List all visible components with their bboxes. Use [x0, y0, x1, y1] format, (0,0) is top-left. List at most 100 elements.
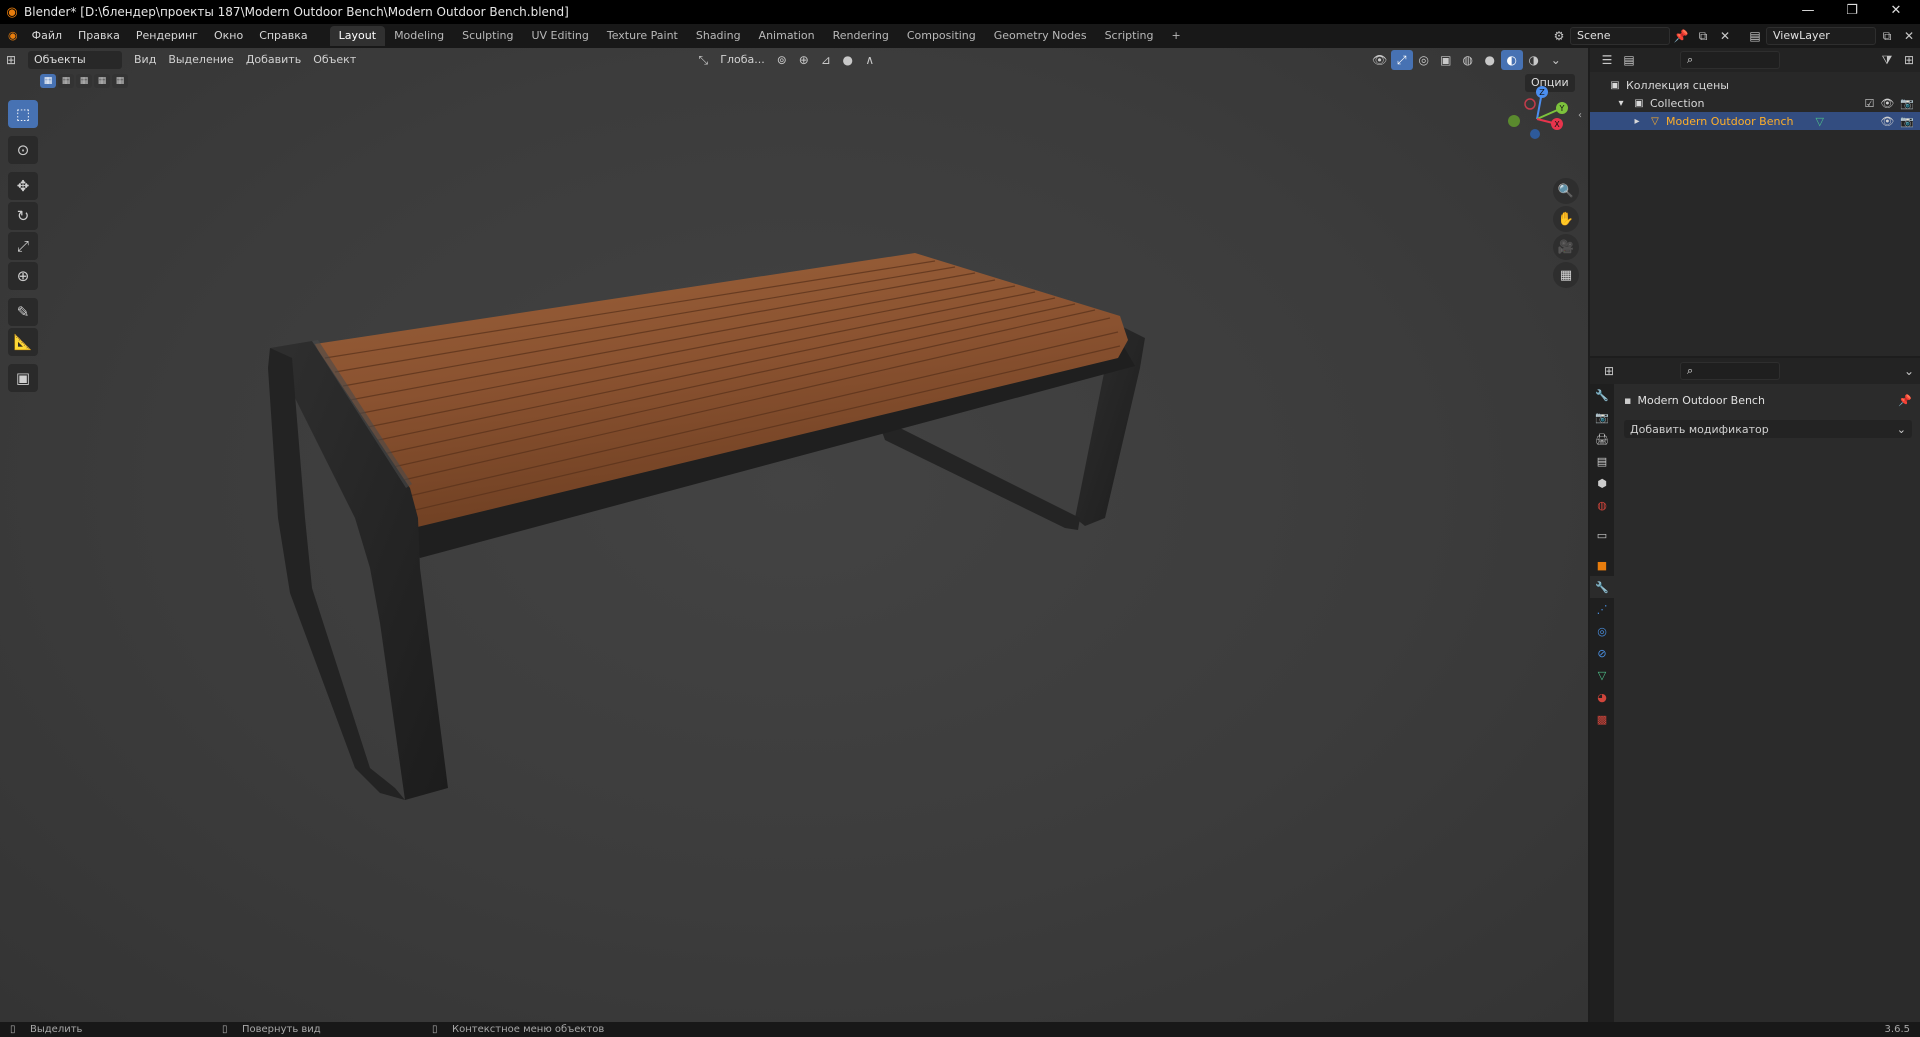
- expand-arrow-icon[interactable]: ▸: [1630, 114, 1644, 128]
- measure-tool-icon[interactable]: 📐: [8, 328, 38, 356]
- gizmo-toggle-icon[interactable]: ⤢: [1390, 50, 1413, 70]
- visibility-icon[interactable]: 👁: [1369, 50, 1391, 70]
- shading-options-icon[interactable]: ⌄: [1545, 50, 1567, 70]
- pivot-point-icon[interactable]: ⊚: [771, 50, 793, 70]
- particles-tab-icon[interactable]: ⋰: [1590, 598, 1614, 620]
- exclude-checkbox-icon[interactable]: ☑: [1864, 97, 1874, 110]
- menu-window[interactable]: Окно: [206, 24, 251, 48]
- tab-modeling[interactable]: Modeling: [385, 26, 453, 46]
- proportional-edit-icon[interactable]: ●: [837, 50, 859, 70]
- modifier-tab-icon[interactable]: 🔧: [1590, 576, 1614, 598]
- xray-icon[interactable]: ▣: [1435, 50, 1457, 70]
- snap-icon[interactable]: ⊕: [793, 50, 815, 70]
- outliner-collection[interactable]: ▾ ▣ Collection ☑ 👁 📷: [1590, 94, 1920, 112]
- menu-help[interactable]: Справка: [251, 24, 315, 48]
- select-extend-icon[interactable]: ▦: [58, 74, 74, 88]
- transform-orientation-icon[interactable]: ⤡: [692, 50, 714, 70]
- add-workspace-button[interactable]: +: [1162, 26, 1189, 46]
- maximize-button[interactable]: ❐: [1830, 0, 1874, 24]
- add-cube-tool-icon[interactable]: ▣: [8, 364, 38, 392]
- visibility-eye-icon[interactable]: 👁: [1880, 97, 1894, 110]
- blender-menu-icon[interactable]: ◉: [0, 24, 24, 48]
- output-tab-icon[interactable]: 🖨: [1590, 428, 1614, 450]
- new-collection-icon[interactable]: ⊞: [1898, 50, 1920, 70]
- select-subtract-icon[interactable]: ▦: [76, 74, 92, 88]
- sidebar-toggle-icon[interactable]: ‹: [1578, 110, 1582, 121]
- tab-sculpting[interactable]: Sculpting: [453, 26, 522, 46]
- tab-rendering[interactable]: Rendering: [824, 26, 898, 46]
- select-intersect-icon[interactable]: ▦: [112, 74, 128, 88]
- view-layer-icon[interactable]: ▤: [1744, 26, 1766, 46]
- outliner-scene-collection[interactable]: ▣ Коллекция сцены: [1590, 76, 1920, 94]
- mode-select[interactable]: Объекты: [28, 51, 122, 69]
- new-scene-icon[interactable]: ⧉: [1692, 26, 1714, 46]
- perspective-grid-icon[interactable]: ▦: [1553, 262, 1579, 288]
- render-camera-icon[interactable]: 📷: [1900, 115, 1914, 128]
- bench-model[interactable]: [0, 48, 1588, 1022]
- mesh-data-icon[interactable]: ▽: [1815, 115, 1823, 128]
- scene-icon[interactable]: ⚙: [1548, 26, 1570, 46]
- physics-tab-icon[interactable]: ◎: [1590, 620, 1614, 642]
- minimize-button[interactable]: —: [1786, 0, 1830, 24]
- pin-scene-icon[interactable]: 📌: [1670, 26, 1692, 46]
- shading-material-icon[interactable]: ◐: [1500, 50, 1523, 70]
- overlay-toggle-icon[interactable]: ◎: [1413, 50, 1435, 70]
- snap-target-icon[interactable]: ⊿: [815, 50, 837, 70]
- pan-hand-icon[interactable]: ✋: [1553, 206, 1579, 232]
- shading-rendered-icon[interactable]: ◑: [1523, 50, 1545, 70]
- close-button[interactable]: ✕: [1874, 0, 1918, 24]
- pin-icon[interactable]: 📌: [1898, 394, 1912, 407]
- object-tab-icon[interactable]: ■: [1590, 554, 1614, 576]
- cursor-tool-icon[interactable]: ⊙: [8, 136, 38, 164]
- menu-add[interactable]: Добавить: [240, 49, 307, 71]
- display-mode-icon[interactable]: ▤: [1618, 50, 1640, 70]
- menu-select[interactable]: Выделение: [162, 49, 240, 71]
- select-new-icon[interactable]: ▦: [40, 74, 56, 88]
- view-layer-field[interactable]: ViewLayer: [1766, 27, 1876, 45]
- navigation-gizmo[interactable]: Z Y X: [1502, 84, 1572, 154]
- constraints-tab-icon[interactable]: ⊘: [1590, 642, 1614, 664]
- add-modifier-dropdown[interactable]: Добавить модификатор ⌄: [1624, 420, 1912, 438]
- scene-tab-icon[interactable]: ⬢: [1590, 472, 1614, 494]
- tab-uv-editing[interactable]: UV Editing: [522, 26, 597, 46]
- menu-edit[interactable]: Правка: [70, 24, 128, 48]
- tab-geometry-nodes[interactable]: Geometry Nodes: [985, 26, 1096, 46]
- collection-tab-icon[interactable]: ▭: [1590, 524, 1614, 546]
- menu-render[interactable]: Рендеринг: [128, 24, 206, 48]
- tab-animation[interactable]: Animation: [750, 26, 824, 46]
- scale-tool-icon[interactable]: ⤢: [8, 232, 38, 260]
- menu-file[interactable]: Файл: [24, 24, 70, 48]
- delete-scene-icon[interactable]: ✕: [1714, 26, 1736, 46]
- filter-icon[interactable]: ⧩: [1876, 50, 1898, 70]
- menu-view[interactable]: Вид: [128, 49, 162, 71]
- properties-options-icon[interactable]: ⌄: [1898, 361, 1920, 381]
- world-tab-icon[interactable]: ◍: [1590, 494, 1614, 516]
- tab-layout[interactable]: Layout: [329, 26, 386, 46]
- view-layer-tab-icon[interactable]: ▤: [1590, 450, 1614, 472]
- properties-editor-icon[interactable]: ⊞: [1598, 361, 1620, 381]
- tab-scripting[interactable]: Scripting: [1096, 26, 1163, 46]
- render-camera-icon[interactable]: 📷: [1900, 97, 1914, 110]
- shading-solid-icon[interactable]: ●: [1479, 50, 1501, 70]
- falloff-icon[interactable]: ∧: [859, 50, 881, 70]
- tab-shading[interactable]: Shading: [687, 26, 750, 46]
- delete-view-layer-icon[interactable]: ✕: [1898, 26, 1920, 46]
- tool-tab-icon[interactable]: 🔧: [1590, 384, 1614, 406]
- 3d-viewport[interactable]: ⊞ Объекты Вид Выделение Добавить Объект …: [0, 48, 1588, 1022]
- outliner-object-row[interactable]: ▸ ▽ Modern Outdoor Bench ▽ 👁 📷: [1590, 112, 1920, 130]
- expand-arrow-icon[interactable]: ▾: [1614, 96, 1628, 110]
- move-tool-icon[interactable]: ✥: [8, 172, 38, 200]
- tab-texture-paint[interactable]: Texture Paint: [598, 26, 687, 46]
- tab-compositing[interactable]: Compositing: [898, 26, 985, 46]
- outliner-editor-icon[interactable]: ☰: [1596, 50, 1618, 70]
- annotate-tool-icon[interactable]: ✎: [8, 298, 38, 326]
- data-tab-icon[interactable]: ▽: [1590, 664, 1614, 686]
- texture-tab-icon[interactable]: ▩: [1590, 708, 1614, 730]
- visibility-eye-icon[interactable]: 👁: [1880, 115, 1894, 128]
- select-invert-icon[interactable]: ▦: [94, 74, 110, 88]
- editor-type-icon[interactable]: ⊞: [0, 50, 22, 70]
- properties-search-input[interactable]: ⌕: [1680, 362, 1780, 380]
- render-tab-icon[interactable]: 📷: [1590, 406, 1614, 428]
- menu-object[interactable]: Объект: [307, 49, 362, 71]
- new-view-layer-icon[interactable]: ⧉: [1876, 26, 1898, 46]
